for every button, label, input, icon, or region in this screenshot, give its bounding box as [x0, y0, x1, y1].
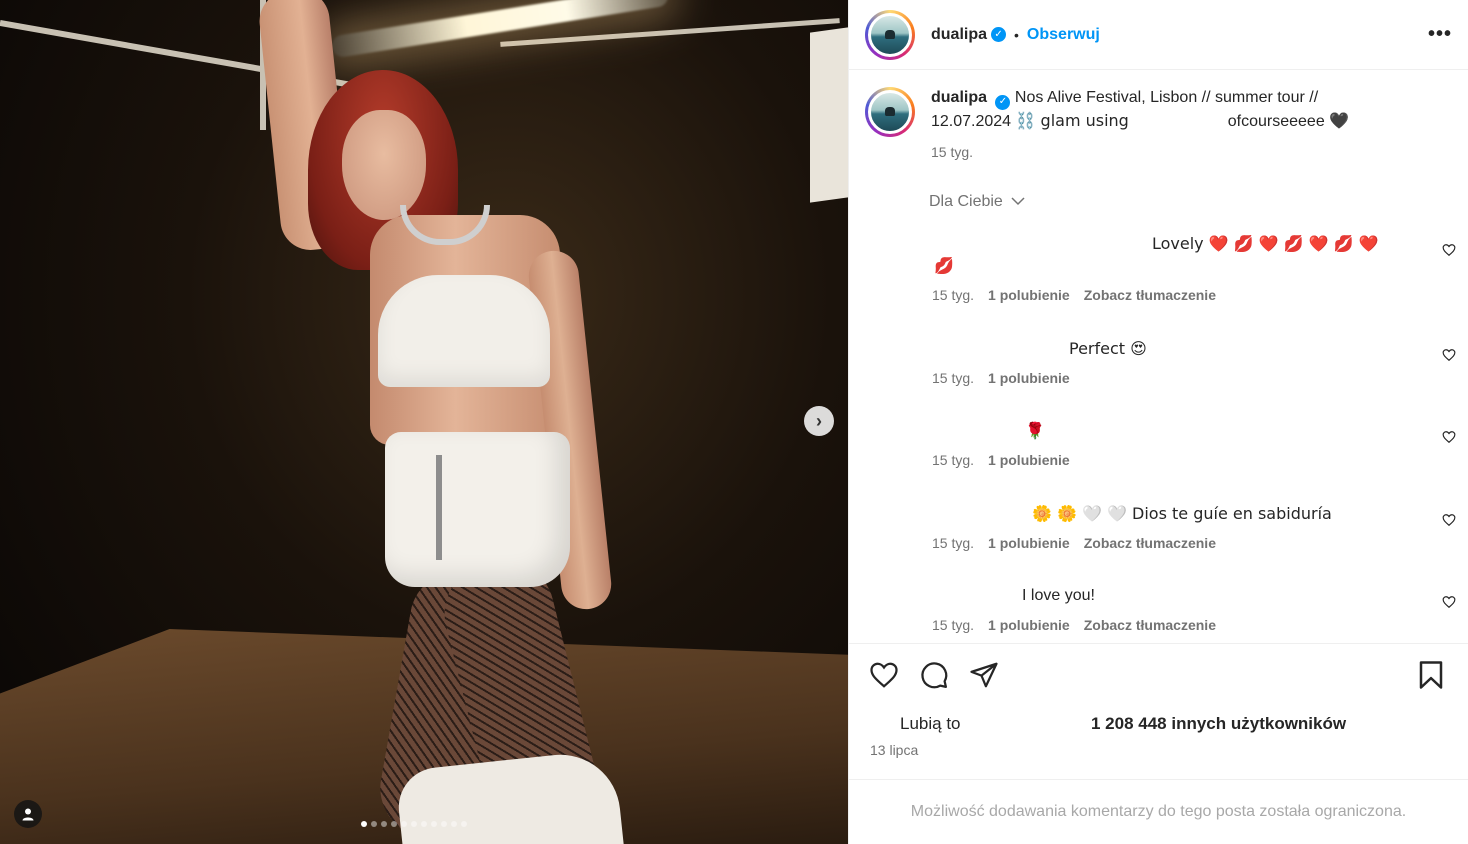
white-top: [378, 275, 550, 387]
carousel-dot: [381, 821, 387, 827]
carousel-dot: [461, 821, 467, 827]
comment-time: 15 tyg.: [932, 617, 975, 633]
carousel-dot: [371, 821, 377, 827]
comment-text: Perfect 😍: [1069, 339, 1147, 358]
tagged-users-button[interactable]: [14, 800, 42, 828]
comment-item: 🌹 15 tyg. 1 polubienie: [849, 418, 1468, 478]
see-translation-link[interactable]: Zobacz tłumaczenie: [1084, 535, 1216, 551]
caption-avatar[interactable]: [865, 87, 915, 137]
carousel-dot: [441, 821, 447, 827]
follow-button[interactable]: Obserwuj: [1027, 26, 1100, 44]
action-row: [869, 660, 999, 690]
comment-item: I love you! 15 tyg. 1 polubienie Zobacz …: [849, 583, 1468, 642]
carousel-dot: [401, 821, 407, 827]
comment-text: I love you!: [1022, 587, 1095, 604]
person-figure: [250, 0, 650, 844]
comment-meta: 15 tyg. 1 polubienie Zobacz tłumaczenie: [932, 617, 1216, 633]
sort-label: Dla Ciebie: [929, 193, 1003, 210]
caption-time: 15 tyg.: [931, 143, 974, 160]
carousel-dot: [391, 821, 397, 827]
post-caption: dualipa ✓ Nos Alive Festival, Lisbon // …: [865, 87, 1425, 163]
comments-sort-dropdown[interactable]: Dla Ciebie: [929, 193, 1025, 211]
verified-badge-icon: ✓: [991, 27, 1007, 42]
post-photo[interactable]: ›: [0, 0, 848, 844]
white-shorts: [385, 432, 570, 587]
comment-likes[interactable]: 1 polubienie: [988, 452, 1070, 468]
comments-limited-text: Możliwość dodawania komentarzy do tego p…: [910, 803, 1407, 820]
comment-meta: 15 tyg. 1 polubienie Zobacz tłumaczenie: [932, 535, 1216, 551]
avatar-image: [868, 90, 912, 134]
post-side-panel: dualipa ✓ • Obserwuj ••• dualipa ✓ Nos A…: [848, 0, 1468, 844]
chevron-down-icon: [1011, 197, 1025, 206]
zipper: [436, 455, 442, 560]
carousel-indicator: [361, 821, 467, 827]
like-comment-heart-icon[interactable]: [1442, 348, 1456, 362]
like-comment-heart-icon[interactable]: [1442, 243, 1456, 257]
comment-item: Perfect 😍 15 tyg. 1 polubienie: [849, 336, 1468, 396]
more-options-icon[interactable]: •••: [1428, 23, 1452, 46]
caption-username[interactable]: dualipa: [931, 89, 987, 106]
comment-text: 💋: [934, 256, 954, 275]
comment-item: 🌼 🌼 🤍 🤍 Dios te guíe en sabiduría 15 tyg…: [849, 501, 1468, 561]
profile-avatar[interactable]: [865, 9, 915, 60]
black-heart-emoji: 🖤: [1329, 110, 1350, 130]
likes-count[interactable]: 1 208 448 innych użytkowników: [1091, 714, 1346, 734]
carousel-dot: [451, 821, 457, 827]
post-date[interactable]: 13 lipca: [870, 742, 918, 758]
caption-date: 12.07.2024: [931, 112, 1012, 130]
dot-separator: •: [1014, 26, 1019, 43]
share-paper-plane-icon[interactable]: [969, 660, 999, 690]
user-icon: [22, 808, 34, 821]
comment-likes[interactable]: 1 polubienie: [988, 370, 1070, 386]
comment-time: 15 tyg.: [932, 370, 975, 386]
comments-limited-notice: Możliwość dodawania komentarzy do tego p…: [849, 779, 1468, 844]
like-comment-heart-icon[interactable]: [1442, 513, 1456, 527]
post-dialog: › dualipa ✓ • Obserwuj ••• dualipa ✓ Nos…: [0, 0, 1468, 844]
bookmark-icon: [1419, 661, 1443, 689]
avatar-image: [868, 12, 912, 57]
comment-time: 15 tyg.: [932, 535, 975, 551]
next-slide-button[interactable]: ›: [804, 406, 834, 436]
comment-text: 🌼 🌼 🤍 🤍 Dios te guíe en sabiduría: [1032, 504, 1332, 523]
comment-likes[interactable]: 1 polubienie: [988, 535, 1070, 551]
comment-meta: 15 tyg. 1 polubienie Zobacz tłumaczenie: [932, 287, 1216, 303]
caption-mention[interactable]: ofcourseeeee: [1228, 113, 1325, 130]
see-translation-link[interactable]: Zobacz tłumaczenie: [1084, 287, 1216, 303]
carousel-dot: [421, 821, 427, 827]
carousel-dot: [411, 821, 417, 827]
comment-likes[interactable]: 1 polubienie: [988, 617, 1070, 633]
post-header: dualipa ✓ • Obserwuj •••: [849, 0, 1468, 70]
comment-meta: 15 tyg. 1 polubienie: [932, 452, 1070, 468]
chevron-right-icon: ›: [816, 410, 822, 431]
face: [342, 110, 426, 220]
verified-badge-icon: ✓: [995, 94, 1011, 110]
like-comment-heart-icon[interactable]: [1442, 430, 1456, 444]
like-comment-heart-icon[interactable]: [1442, 595, 1456, 609]
comment-item: Lovely ❤️ 💋 ❤️ 💋 ❤️ 💋 ❤️ 💋 15 tyg. 1 pol…: [849, 231, 1468, 311]
caption-text: ⛓️ glam using: [1015, 110, 1129, 130]
comment-text: Lovely ❤️ 💋 ❤️ 💋 ❤️ 💋 ❤️: [1152, 234, 1379, 253]
comment-text: 🌹: [1025, 421, 1045, 440]
caption-body: dualipa ✓ Nos Alive Festival, Lisbon // …: [931, 87, 1401, 163]
likes-label: Lubią to: [900, 714, 961, 733]
comment-time: 15 tyg.: [932, 287, 975, 303]
comment-likes[interactable]: 1 polubienie: [988, 287, 1070, 303]
like-heart-icon[interactable]: [869, 660, 899, 690]
comments-scroll[interactable]: dualipa ✓ Nos Alive Festival, Lisbon // …: [849, 71, 1468, 642]
comment-time: 15 tyg.: [932, 452, 975, 468]
save-button[interactable]: [1418, 660, 1444, 690]
comment-bubble-icon[interactable]: [919, 660, 949, 690]
carousel-dot: [361, 821, 367, 827]
author-username[interactable]: dualipa: [931, 26, 987, 44]
caption-text: Nos Alive Festival, Lisbon // summer tou…: [1014, 89, 1319, 106]
post-actions: Lubią to 1 208 448 innych użytkowników 1…: [849, 643, 1468, 783]
see-translation-link[interactable]: Zobacz tłumaczenie: [1084, 617, 1216, 633]
white-panel: [810, 27, 848, 203]
comment-meta: 15 tyg. 1 polubienie: [932, 370, 1070, 386]
carousel-dot: [431, 821, 437, 827]
